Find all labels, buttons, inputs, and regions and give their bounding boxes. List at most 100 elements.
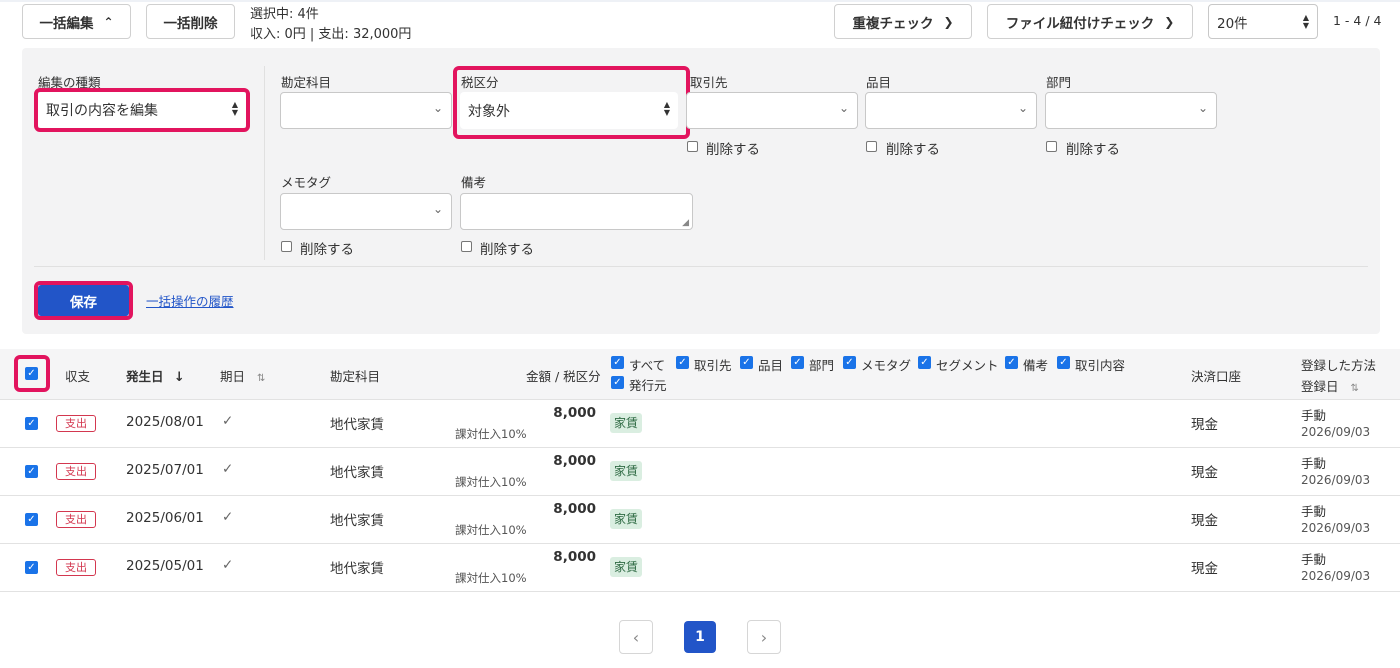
next-page-button[interactable]: › [747,620,781,654]
item-delete-checkbox[interactable] [866,141,877,152]
row-reg-date: 2026/09/03 [1301,521,1371,535]
expense-badge: 支出 [56,415,96,432]
expense-badge: 支出 [56,559,96,576]
check-icon: ✓ [222,461,234,477]
header-reg-date[interactable]: 登録日 ⇅ [1301,376,1359,395]
table-row[interactable]: ✓ 支出 2025/08/01 ✓ 地代家賃 8,000 課対仕入10% 家賃 現金 手動 2026… [0,400,1400,448]
row-account: 地代家賃 [330,513,384,529]
table-row[interactable]: ✓ 支出 2025/06/01 ✓ 地代家賃 8,000 課対仕入10% 家賃 現金 手動 2026… [0,496,1400,544]
partner-delete-checkbox[interactable] [687,141,698,152]
account-select[interactable]: ⌄ [280,92,452,129]
row-checkbox[interactable]: ✓ [25,513,38,526]
check-icon: ✓ [222,509,234,525]
memo-tag-label: メモタグ [281,175,332,190]
row-payment: 現金 [1191,465,1218,481]
header-income-expense: 収支 [65,369,91,384]
filter-label: メモタグ [861,358,912,373]
filter-checkbox[interactable]: ✓ [1005,356,1018,369]
item-delete-label: 削除する [886,142,940,158]
chevron-down-icon: ⌄ [838,101,849,115]
sort-icon: ⇅ [1350,383,1359,394]
filter-checkbox[interactable]: ✓ [676,356,689,369]
row-method: 手動 [1301,552,1327,567]
income-expense-summary: 収入: 0円 | 支出: 32,000円 [250,27,412,42]
duplicate-check-button[interactable]: 重複チェック ❯ [834,4,972,39]
row-date: 2025/06/01 [126,510,204,526]
row-checkbox[interactable]: ✓ [25,561,38,574]
page-size-value: 20件 [1217,15,1248,32]
page-button-current[interactable]: 1 [684,621,716,653]
expense-badge: 支出 [56,511,96,528]
header-reg-date-label: 登録日 [1301,379,1339,394]
panel-vertical-divider [264,66,265,260]
row-reg-date: 2026/09/03 [1301,569,1371,583]
filter-checkbox[interactable]: ✓ [1057,356,1070,369]
section-label: 部門 [1046,75,1072,90]
filter-checkbox[interactable]: ✓ [843,356,856,369]
row-amount: 8,000 [553,549,596,565]
row-account: 地代家賃 [330,465,384,481]
memo-tag-delete-label: 削除する [300,242,354,258]
resize-handle-icon: ◢ [682,218,689,228]
note-textarea[interactable]: ◢ [460,193,693,230]
chevron-right-icon: ❯ [943,14,954,29]
row-payment: 現金 [1191,417,1218,433]
history-link[interactable]: 一括操作の履歴 [146,291,234,310]
row-date: 2025/08/01 [126,414,204,430]
updown-icon: ▲ ▼ [1302,13,1309,30]
filter-label: 取引内容 [1075,358,1126,373]
filter-label: すべて [629,358,666,373]
edit-type-highlight [34,88,250,132]
bulk-delete-button[interactable]: 一括削除 [146,4,235,39]
filter-label: セグメント [936,358,999,373]
table-row[interactable]: ✓ 支出 2025/07/01 ✓ 地代家賃 8,000 課対仕入10% 家賃 現金 手動 2026… [0,448,1400,496]
save-highlight [34,281,133,320]
row-tax: 課対仕入10% [455,523,527,537]
current-page-label: 1 [695,629,705,645]
chevron-right-icon: › [760,627,768,647]
filter-checkbox[interactable]: ✓ [611,356,624,369]
page-size-select[interactable]: 20件 ▲ ▼ [1208,4,1318,39]
header-period[interactable]: 期日 ⇅ [220,366,265,385]
table-row[interactable]: ✓ 支出 2025/05/01 ✓ 地代家賃 8,000 課対仕入10% 家賃 現金 手動 2026… [0,544,1400,592]
bulk-edit-button[interactable]: 一括編集 ⌃ [22,4,131,39]
row-checkbox[interactable]: ✓ [25,417,38,430]
section-delete-label: 削除する [1066,142,1120,158]
header-payment: 決済口座 [1191,369,1242,384]
chevron-left-icon: ‹ [632,627,640,647]
section-select[interactable]: ⌄ [1045,92,1217,129]
filter-checkbox[interactable]: ✓ [791,356,804,369]
row-tax: 課対仕入10% [455,571,527,585]
memo-tag-select[interactable]: ⌄ [280,193,452,230]
filter-checkbox[interactable]: ✓ [740,356,753,369]
tax-highlight [453,66,690,139]
item-select[interactable]: ⌄ [865,92,1037,129]
check-icon: ✓ [222,413,234,429]
memo-tag-delete-checkbox[interactable] [281,241,292,252]
header-period-label: 期日 [220,369,246,384]
header-date[interactable]: 発生日 ↓ [126,366,185,385]
row-method: 手動 [1301,408,1327,423]
chevron-down-icon: ⌄ [1197,101,1208,115]
file-link-check-button[interactable]: ファイル紐付けチェック ❯ [987,4,1193,39]
partner-select[interactable]: ⌄ [686,92,858,129]
filter-checkbox[interactable]: ✓ [611,376,624,389]
row-account: 地代家賃 [330,417,384,433]
prev-page-button[interactable]: ‹ [619,620,653,654]
section-delete-checkbox[interactable] [1046,141,1057,152]
row-account: 地代家賃 [330,561,384,577]
row-tax: 課対仕入10% [455,475,527,489]
row-payment: 現金 [1191,513,1218,529]
row-date: 2025/05/01 [126,558,204,574]
bulk-delete-label: 一括削除 [163,15,218,32]
row-tag: 家賃 [610,557,643,577]
filter-label: 品目 [758,358,784,373]
chevron-up-icon: ⌃ [103,14,114,29]
row-checkbox[interactable]: ✓ [25,465,38,478]
duplicate-check-label: 重複チェック [852,15,934,32]
header-amount-tax: 金額 / 税区分 [526,369,601,384]
select-all-highlight [14,355,50,392]
filter-checkbox[interactable]: ✓ [918,356,931,369]
note-delete-checkbox[interactable] [461,241,472,252]
filter-label: 部門 [809,358,835,373]
